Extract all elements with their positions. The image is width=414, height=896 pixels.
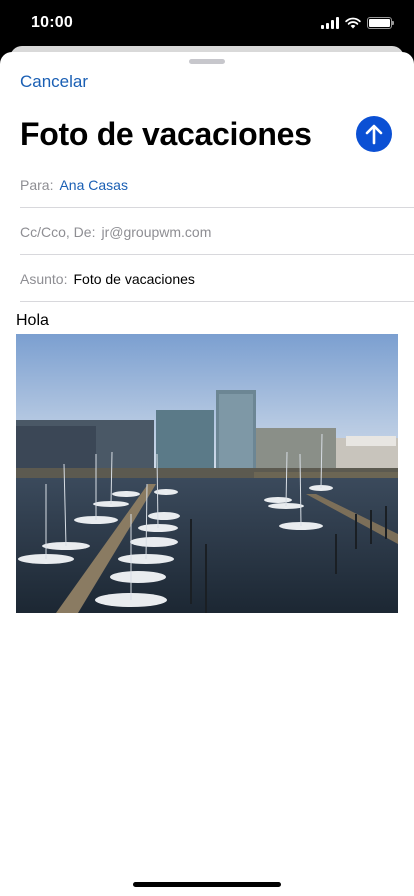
home-indicator[interactable] — [133, 882, 281, 887]
status-time: 10:00 — [31, 14, 73, 31]
cancel-button[interactable]: Cancelar — [20, 72, 88, 92]
wifi-icon — [345, 17, 361, 29]
status-bar: 10:00 — [0, 0, 414, 50]
to-label: Para: — [20, 176, 54, 193]
attached-photo[interactable] — [16, 334, 398, 613]
to-recipient[interactable]: Ana Casas — [59, 177, 127, 193]
message-body[interactable]: Hola — [16, 312, 49, 330]
to-field[interactable]: Para: Ana Casas — [20, 162, 414, 208]
status-icons — [321, 16, 394, 30]
arrow-up-icon — [365, 124, 383, 145]
cc-label: Cc/Cco, De: — [20, 223, 96, 240]
compose-title: Foto de vacaciones — [20, 116, 312, 152]
sheet-grabber[interactable] — [189, 59, 225, 64]
subject-value[interactable]: Foto de vacaciones — [73, 271, 194, 287]
battery-icon — [367, 17, 394, 29]
subject-field[interactable]: Asunto: Foto de vacaciones — [20, 256, 414, 302]
device-notch — [96, 0, 318, 34]
cellular-signal-icon — [321, 17, 339, 29]
send-button[interactable] — [356, 116, 392, 152]
cc-from-field[interactable]: Cc/Cco, De: jr@groupwm.com — [20, 209, 414, 255]
subject-label: Asunto: — [20, 270, 68, 287]
harbor-image — [16, 334, 398, 613]
compose-sheet: Cancelar Foto de vacaciones Para: Ana Ca… — [0, 52, 414, 896]
from-address[interactable]: jr@groupwm.com — [101, 224, 211, 240]
